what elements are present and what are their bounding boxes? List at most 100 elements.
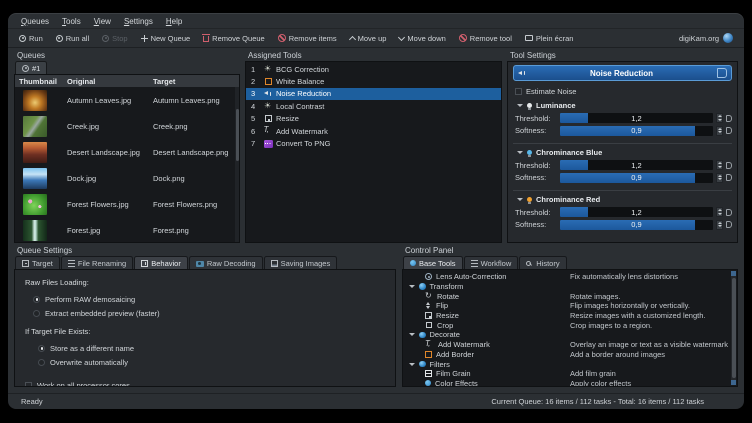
thumbnail-image (23, 116, 47, 137)
tab-base-tools[interactable]: Base Tools (403, 256, 463, 269)
thumbnail-image (23, 90, 47, 111)
tab-raw-decoding[interactable]: Raw Decoding (189, 256, 263, 269)
target-filename: Autumn Leaves.png (153, 96, 239, 105)
tree-item-rotate[interactable]: Rotate Rotate images. (406, 291, 729, 301)
tool-row-bcg-correction[interactable]: 1 BCG Correction (246, 63, 501, 75)
tree-item-crop[interactable]: Crop Crop images to a region. (406, 320, 729, 330)
chrominance-red-softness-slider[interactable]: 0,9 (560, 220, 713, 230)
chrominance-blue-softness-slider[interactable]: 0,9 (560, 173, 713, 183)
chrominance-blue-section-header[interactable]: Chrominance Blue (513, 147, 732, 158)
remove-items-button[interactable]: Remove items (278, 34, 337, 43)
menu-tools[interactable]: Tools (62, 17, 81, 26)
control-panel-tabs: Base Tools Workflow History (402, 256, 738, 269)
remove-queue-button[interactable]: Remove Queue (203, 34, 265, 43)
tree-item-add-border[interactable]: Add Border Add a border around images (406, 350, 729, 360)
tree-item-color-effects[interactable]: Color Effects Apply color effects (406, 379, 729, 387)
radio-overwrite-automatically[interactable]: Overwrite automatically (25, 355, 395, 369)
move-up-button[interactable]: Move up (350, 34, 387, 43)
tree-group-transform[interactable]: Transform (406, 282, 729, 292)
queue-tab-1[interactable]: #1 (15, 61, 47, 74)
column-original[interactable]: Original (67, 77, 153, 86)
scroll-down-icon[interactable] (731, 380, 736, 385)
tab-file-renaming[interactable]: File Renaming (61, 256, 133, 269)
luminance-threshold-slider[interactable]: 1,2 (560, 113, 713, 123)
table-row[interactable]: Forest Flowers.jpg Forest Flowers.png (15, 191, 239, 217)
png-icon (264, 140, 273, 148)
tree-item-add-watermark[interactable]: Add Watermark Overlay an image or text a… (406, 340, 729, 350)
chrominance-red-section-header[interactable]: Chrominance Red (513, 194, 732, 205)
queue-table-scrollbar[interactable] (235, 87, 239, 242)
tree-item-flip[interactable]: Flip Flip images horizontally or vertica… (406, 301, 729, 311)
tab-workflow[interactable]: Workflow (464, 256, 519, 269)
tree-group-filters[interactable]: Filters (406, 359, 729, 369)
control-panel-scrollbar[interactable] (731, 271, 736, 385)
scrollbar-handle[interactable] (732, 278, 736, 378)
spinner[interactable] (716, 126, 723, 136)
radio-extract-embedded-preview[interactable]: Extract embedded preview (faster) (25, 306, 395, 320)
original-filename: Creek.jpg (67, 122, 153, 131)
tab-target[interactable]: Target (15, 256, 60, 269)
tool-row-white-balance[interactable]: 2 White Balance (246, 75, 501, 87)
tab-behavior[interactable]: Behavior (134, 256, 188, 269)
reset-icon[interactable] (726, 127, 732, 134)
run-button[interactable]: Run (19, 34, 43, 43)
reset-icon[interactable] (726, 209, 732, 216)
reset-icon[interactable] (726, 162, 732, 169)
spinner[interactable] (716, 160, 723, 170)
watermark-icon (425, 341, 434, 349)
digikam-org-link[interactable]: digiKam.org (679, 33, 733, 43)
menu-view[interactable]: View (94, 17, 111, 26)
tool-row-add-watermark[interactable]: 6 Add Watermark (246, 125, 501, 137)
spinner[interactable] (716, 113, 723, 123)
luminance-section-header[interactable]: Luminance (513, 100, 732, 111)
original-filename: Forest Flowers.jpg (67, 200, 153, 209)
tool-row-local-contrast[interactable]: 4 Local Contrast (246, 100, 501, 112)
new-queue-button[interactable]: New Queue (141, 34, 191, 43)
table-row[interactable]: Autumn Leaves.jpg Autumn Leaves.png (15, 87, 239, 113)
column-target[interactable]: Target (153, 77, 239, 86)
fullscreen-icon (525, 35, 533, 41)
reset-icon[interactable] (726, 115, 732, 122)
main-toolbar: Run Run all Stop New Queue Remove Queue … (8, 28, 744, 48)
table-row[interactable]: Forest.jpg Forest.png (15, 217, 239, 243)
table-row[interactable]: Creek.jpg Creek.png (15, 113, 239, 139)
category-sphere-icon (419, 361, 426, 368)
table-row[interactable]: Desert Landscape.jpg Desert Landscape.pn… (15, 139, 239, 165)
tab-saving-images[interactable]: Saving Images (264, 256, 338, 269)
reset-defaults-icon[interactable] (717, 68, 727, 78)
tree-group-decorate[interactable]: Decorate (406, 330, 729, 340)
menu-queues[interactable]: Queues (21, 17, 49, 26)
tree-item-film-grain[interactable]: Film Grain Add film grain (406, 369, 729, 379)
scroll-up-icon[interactable] (731, 271, 736, 276)
tree-item-lens-auto-correction[interactable]: Lens Auto-Correction Fix automatically l… (406, 272, 729, 282)
table-row[interactable]: Dock.jpg Dock.png (15, 165, 239, 191)
tool-row-convert-to-png[interactable]: 7 Convert To PNG (246, 137, 501, 149)
chrominance-blue-threshold-slider[interactable]: 1,2 (560, 160, 713, 170)
menu-help[interactable]: Help (166, 17, 182, 26)
tree-item-resize[interactable]: Resize Resize images with a customized l… (406, 311, 729, 321)
spinner[interactable] (716, 207, 723, 217)
run-all-button[interactable]: Run all (56, 34, 89, 43)
chrominance-red-threshold-slider[interactable]: 1,2 (560, 207, 713, 217)
tool-row-resize[interactable]: 5 Resize (246, 113, 501, 125)
reset-icon[interactable] (726, 174, 732, 181)
spinner[interactable] (716, 173, 723, 183)
resize-icon (265, 115, 272, 122)
spinner[interactable] (716, 220, 723, 230)
radio-perform-raw-demosaicing[interactable]: Perform RAW demosaicing (25, 292, 395, 306)
target-filename: Creek.png (153, 122, 239, 131)
flip-icon (425, 302, 432, 310)
menu-settings[interactable]: Settings (124, 17, 153, 26)
tab-history[interactable]: History (519, 256, 566, 269)
radio-store-different-name[interactable]: Store as a different name (25, 341, 395, 355)
work-on-all-cores-option[interactable]: Work on all processor cores (25, 378, 395, 387)
column-thumbnail[interactable]: Thumbnail (15, 77, 67, 86)
remove-tool-button[interactable]: Remove tool (459, 34, 512, 43)
estimate-noise-checkbox[interactable] (515, 88, 522, 95)
reset-icon[interactable] (726, 221, 732, 228)
move-down-button[interactable]: Move down (399, 34, 445, 43)
fullscreen-button[interactable]: Plein écran (525, 34, 574, 43)
tool-row-noise-reduction[interactable]: 3 Noise Reduction (246, 88, 501, 100)
chrominance-blue-bulb-icon (527, 150, 532, 155)
luminance-softness-slider[interactable]: 0,9 (560, 126, 713, 136)
